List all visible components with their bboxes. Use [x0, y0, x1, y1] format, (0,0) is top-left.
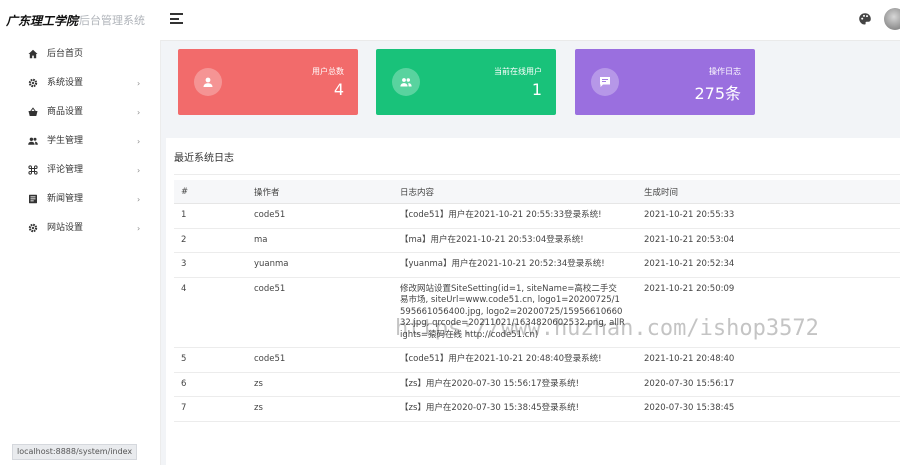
- users-icon: [392, 68, 420, 96]
- stat-label: 用户总数: [312, 67, 344, 76]
- stat-value: 275条: [694, 84, 741, 103]
- table-row[interactable]: 3 yuanma 【yuanma】用户在2021-10-21 20:52:34登…: [174, 252, 900, 278]
- brand-logo[interactable]: 广东理工学院 后台管理系统: [0, 0, 160, 40]
- row-operator: code51: [247, 203, 393, 229]
- menu-toggle-icon[interactable]: [170, 13, 183, 24]
- row-id: 1: [174, 203, 247, 229]
- stat-label: 当前在线用户: [494, 67, 542, 76]
- chevron-right-icon: ›: [137, 79, 141, 88]
- sidebar-item-system-settings[interactable]: 系统设置 ›: [0, 69, 160, 98]
- table-row[interactable]: 1 code51 【code51】用户在2021-10-21 20:55:33登…: [174, 203, 900, 229]
- row-operator: zs: [247, 372, 393, 397]
- avatar[interactable]: [884, 8, 900, 30]
- sidebar-item-label: 新闻管理: [47, 194, 84, 204]
- command-icon: [28, 165, 38, 175]
- table-row[interactable]: 4 code51 修改网站设置SiteSetting(id=1, siteNam…: [174, 277, 900, 348]
- stat-label: 操作日志: [709, 67, 741, 76]
- system-name: 后台管理系统: [79, 14, 146, 27]
- sidebar-item-label: 学生管理: [47, 136, 84, 146]
- row-time: 2020-07-30 15:56:17: [637, 372, 900, 397]
- chevron-right-icon: ›: [137, 195, 141, 204]
- sidebar-item-dashboard[interactable]: 后台首页: [0, 40, 160, 69]
- home-icon: [28, 49, 38, 59]
- row-time: 2021-10-21 20:55:33: [637, 203, 900, 229]
- sidebar-item-student-management[interactable]: 学生管理 ›: [0, 127, 160, 156]
- sidebar-item-label: 评论管理: [47, 165, 84, 175]
- row-content: 【zs】用户在2020-07-30 15:56:17登录系统!: [393, 372, 637, 397]
- stat-card-operation-logs[interactable]: 操作日志 275条: [575, 49, 755, 115]
- chevron-right-icon: ›: [137, 108, 141, 117]
- basket-icon: [28, 107, 38, 116]
- table-row[interactable]: 6 zs 【zs】用户在2020-07-30 15:56:17登录系统! 202…: [174, 372, 900, 397]
- stat-card-online-users[interactable]: 当前在线用户 1: [376, 49, 556, 115]
- sidebar-item-label: 网站设置: [47, 223, 84, 233]
- users-icon: [28, 137, 38, 145]
- chevron-right-icon: ›: [137, 224, 141, 233]
- column-header: 生成时间: [637, 180, 900, 204]
- sidebar-item-news-management[interactable]: 新闻管理 ›: [0, 185, 160, 214]
- row-id: 6: [174, 372, 247, 397]
- sidebar-item-label: 系统设置: [47, 78, 84, 88]
- message-icon: [591, 68, 619, 96]
- log-table: # 操作者 日志内容 生成时间 1 code51 【code51】用户在2021…: [174, 180, 900, 422]
- row-time: 2020-07-30 15:38:45: [637, 396, 900, 422]
- sidebar-item-product-settings[interactable]: 商品设置 ›: [0, 98, 160, 127]
- column-header: 操作者: [247, 180, 393, 204]
- chevron-right-icon: ›: [137, 137, 141, 146]
- row-content: 【yuanma】用户在2021-10-21 20:52:34登录系统!: [393, 252, 637, 278]
- sidebar-item-comment-management[interactable]: 评论管理 ›: [0, 156, 160, 185]
- row-id: 4: [174, 277, 247, 348]
- sidebar-item-label: 商品设置: [47, 107, 84, 117]
- table-row[interactable]: 7 zs 【zs】用户在2020-07-30 15:38:45登录系统! 202…: [174, 396, 900, 422]
- row-operator: code51: [247, 347, 393, 373]
- row-content: 修改网站设置SiteSetting(id=1, siteName=高校二手交易市…: [393, 277, 637, 348]
- row-content: 【zs】用户在2020-07-30 15:38:45登录系统!: [393, 396, 637, 422]
- gear-icon: [28, 78, 38, 88]
- row-id: 7: [174, 396, 247, 422]
- row-id: 2: [174, 228, 247, 253]
- column-header: #: [174, 180, 247, 204]
- row-content: 【code51】用户在2021-10-21 20:55:33登录系统!: [393, 203, 637, 229]
- row-operator: zs: [247, 396, 393, 422]
- row-operator: code51: [247, 277, 393, 348]
- row-operator: yuanma: [247, 252, 393, 278]
- sidebar: 后台首页 系统设置 › 商品设置 › 学生管理 › 评论管理 › 新闻管理 › …: [0, 40, 161, 465]
- table-header-row: # 操作者 日志内容 生成时间: [174, 180, 900, 204]
- table-row[interactable]: 5 code51 【code51】用户在2021-10-21 20:48:40登…: [174, 347, 900, 373]
- row-operator: ma: [247, 228, 393, 253]
- user-icon: [194, 68, 222, 96]
- row-time: 2021-10-21 20:53:04: [637, 228, 900, 253]
- top-bar: 广东理工学院 后台管理系统: [0, 0, 900, 41]
- row-time: 2021-10-21 20:50:09: [637, 277, 900, 348]
- row-time: 2021-10-21 20:52:34: [637, 252, 900, 278]
- stat-card-total-users[interactable]: 用户总数 4: [178, 49, 358, 115]
- row-content: 【code51】用户在2021-10-21 20:48:40登录系统!: [393, 347, 637, 373]
- palette-icon[interactable]: [858, 12, 872, 26]
- gear-icon: [28, 223, 38, 233]
- panel-title: 最近系统日志: [174, 153, 234, 164]
- column-header: 日志内容: [393, 180, 637, 204]
- table-row[interactable]: 2 ma 【ma】用户在2021-10-21 20:53:04登录系统! 202…: [174, 228, 900, 253]
- stat-value: 1: [531, 80, 542, 99]
- news-icon: [29, 194, 37, 204]
- row-id: 3: [174, 252, 247, 278]
- sidebar-item-site-settings[interactable]: 网站设置 ›: [0, 214, 160, 243]
- sidebar-item-label: 后台首页: [47, 49, 84, 59]
- stat-value: 4: [333, 80, 344, 99]
- chevron-right-icon: ›: [137, 166, 141, 175]
- school-name: 广东理工学院: [6, 13, 79, 28]
- status-url: localhost:8888/system/index: [12, 444, 138, 460]
- row-id: 5: [174, 347, 247, 373]
- row-time: 2021-10-21 20:48:40: [637, 347, 900, 373]
- row-content: 【ma】用户在2021-10-21 20:53:04登录系统!: [393, 228, 637, 253]
- system-log-panel: 最近系统日志 # 操作者 日志内容 生成时间 1 code51 【code51】…: [166, 138, 900, 465]
- divider: [174, 174, 900, 175]
